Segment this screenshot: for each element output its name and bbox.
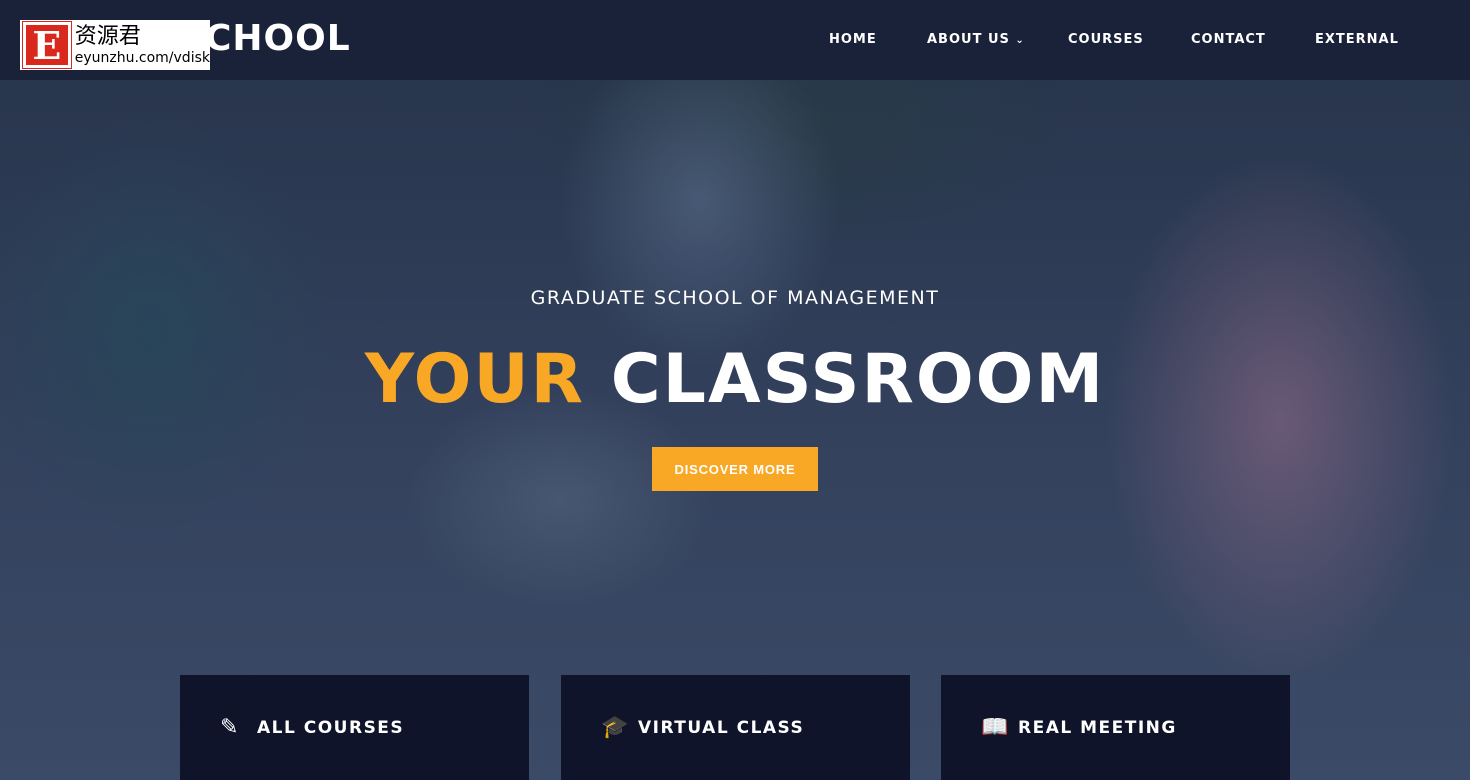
hero-subtitle: GRADUATE SCHOOL OF MANAGEMENT [530, 287, 940, 309]
card-real-meeting[interactable]: 📖 REAL MEETING [941, 675, 1290, 780]
card-label: REAL MEETING [1018, 717, 1177, 738]
card-label: VIRTUAL CLASS [638, 717, 805, 738]
logo[interactable]: CHOOL [205, 18, 351, 59]
watermark-url: eyunzhu.com/vdisk [74, 50, 210, 66]
nav-courses[interactable]: COURSES [1068, 32, 1144, 47]
pencil-icon: ✎ [220, 715, 239, 740]
nav-external[interactable]: EXTERNAL [1315, 32, 1399, 47]
hero-title-rest: CLASSROOM [610, 340, 1106, 419]
watermark-cn: 资源君 [74, 24, 141, 49]
header: CHOOL E 资源君 eyunzhu.com/vdisk HOME ABOUT … [0, 0, 1470, 80]
watermark: E 资源君 eyunzhu.com/vdisk [20, 20, 210, 70]
card-all-courses[interactable]: ✎ ALL COURSES [180, 675, 529, 780]
graduation-cap-icon: 🎓 [601, 715, 629, 740]
nav-contact[interactable]: CONTACT [1191, 32, 1266, 47]
card-label: ALL COURSES [257, 717, 405, 738]
chevron-down-icon: ⌄ [1015, 35, 1025, 46]
card-virtual-class[interactable]: 🎓 VIRTUAL CLASS [561, 675, 910, 780]
discover-more-button[interactable]: DISCOVER MORE [652, 447, 818, 491]
hero-title: YOUR CLASSROOM [0, 340, 1470, 419]
book-icon: 📖 [981, 715, 1009, 740]
hero-title-accent: YOUR [364, 340, 586, 419]
nav-about-label: ABOUT US [927, 32, 1010, 47]
watermark-logo: E [22, 21, 72, 69]
nav-about-us[interactable]: ABOUT US ⌄ [927, 32, 1025, 47]
nav-home[interactable]: HOME [829, 32, 877, 47]
